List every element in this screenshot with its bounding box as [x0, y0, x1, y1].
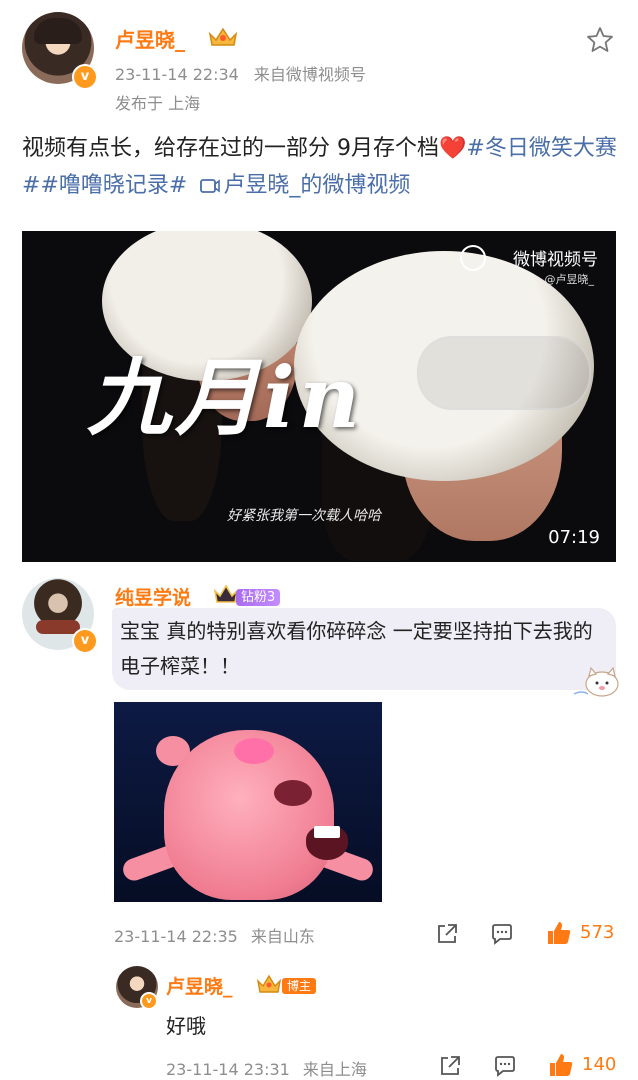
verified-badge-icon: v: [72, 64, 98, 90]
post-body: 视频有点长，给存在过的一部分 9月存个档❤️#冬日微笑大赛##噜噜晓记录# 卢昱…: [22, 130, 622, 204]
favorite-star-icon[interactable]: [586, 26, 614, 54]
weibo-video-logo-icon: [460, 245, 486, 271]
reply-meta: 23-11-14 23:31 来自上海: [166, 1056, 367, 1080]
avatar-sled: [36, 620, 80, 634]
author-badge-label: 博主: [282, 978, 317, 994]
share-icon[interactable]: [438, 1054, 462, 1078]
commenter-name[interactable]: 纯昱学说: [115, 583, 191, 610]
like-icon[interactable]: [546, 920, 572, 946]
reply-like-count: 140: [582, 1054, 617, 1075]
video-link-icon: [200, 179, 221, 193]
post-time: 23-11-14 22:34: [115, 65, 239, 84]
video-player[interactable]: 微博视频号 @卢昱晓_ 九月in 好紧张我第一次载人哈哈 07:19: [22, 231, 616, 562]
author-badge: 博主: [282, 975, 317, 994]
reply-source: 来自上海: [302, 1060, 367, 1079]
video-watermark: 微博视频号: [513, 250, 598, 270]
comment-time: 23-11-14 22:35: [114, 927, 238, 946]
topic-link-lulu-record[interactable]: #噜噜晓记录#: [40, 173, 187, 198]
heart-emoji: ❤️: [439, 136, 467, 161]
crown-icon: [256, 974, 282, 993]
sticker-nose: [274, 780, 312, 806]
cat-decoration-icon: [573, 666, 619, 697]
sticker-flower: [234, 738, 274, 764]
post-text: 视频有点长，给存在过的一部分 9月存个档: [22, 136, 439, 161]
share-icon[interactable]: [435, 922, 459, 946]
comment-icon[interactable]: [493, 1054, 517, 1078]
fan-badge-label: 钻粉3: [236, 589, 281, 606]
comment-like-count: 573: [580, 922, 615, 943]
video-overlay-title: 九月in: [87, 348, 364, 447]
fan-badge: 钻粉3: [236, 586, 281, 606]
crown-icon: [208, 27, 238, 46]
video-link-label: 卢昱晓_的微博视频: [223, 173, 411, 198]
comment-icon[interactable]: [490, 922, 514, 946]
reply-time: 23-11-14 23:31: [166, 1060, 290, 1079]
comment-meta: 23-11-14 22:35 来自山东: [114, 923, 315, 947]
sticker-teeth: [314, 826, 340, 838]
like-icon[interactable]: [548, 1052, 574, 1078]
post-meta-line: 23-11-14 22:34 来自微博视频号: [115, 61, 366, 85]
video-visor: [417, 336, 591, 410]
sticker-character: [164, 730, 348, 900]
post-location: 发布于 上海: [115, 94, 201, 113]
author-name[interactable]: 卢昱晓_: [115, 24, 185, 53]
video-subtitle: 好紧张我第一次载人哈哈: [227, 508, 381, 524]
reply-text: 好哦: [166, 1014, 206, 1038]
avatar-hair: [34, 18, 82, 44]
reply-author-name[interactable]: 卢昱晓_: [166, 972, 233, 999]
video-link[interactable]: 卢昱晓_的微博视频: [194, 173, 410, 198]
verified-badge-icon: v: [140, 992, 158, 1010]
video-watermark-handle: @卢昱晓_: [544, 273, 595, 286]
comment-source: 来自山东: [250, 927, 315, 946]
comment-text: 宝宝 真的特别喜欢看你碎碎念 一定要坚持拍下去我的电子榨菜！！: [120, 619, 593, 678]
verified-badge-icon: v: [72, 628, 98, 654]
video-duration: 07:19: [548, 527, 600, 548]
post-source[interactable]: 来自微博视频号: [254, 65, 366, 84]
comment-sticker-image[interactable]: [114, 702, 382, 902]
